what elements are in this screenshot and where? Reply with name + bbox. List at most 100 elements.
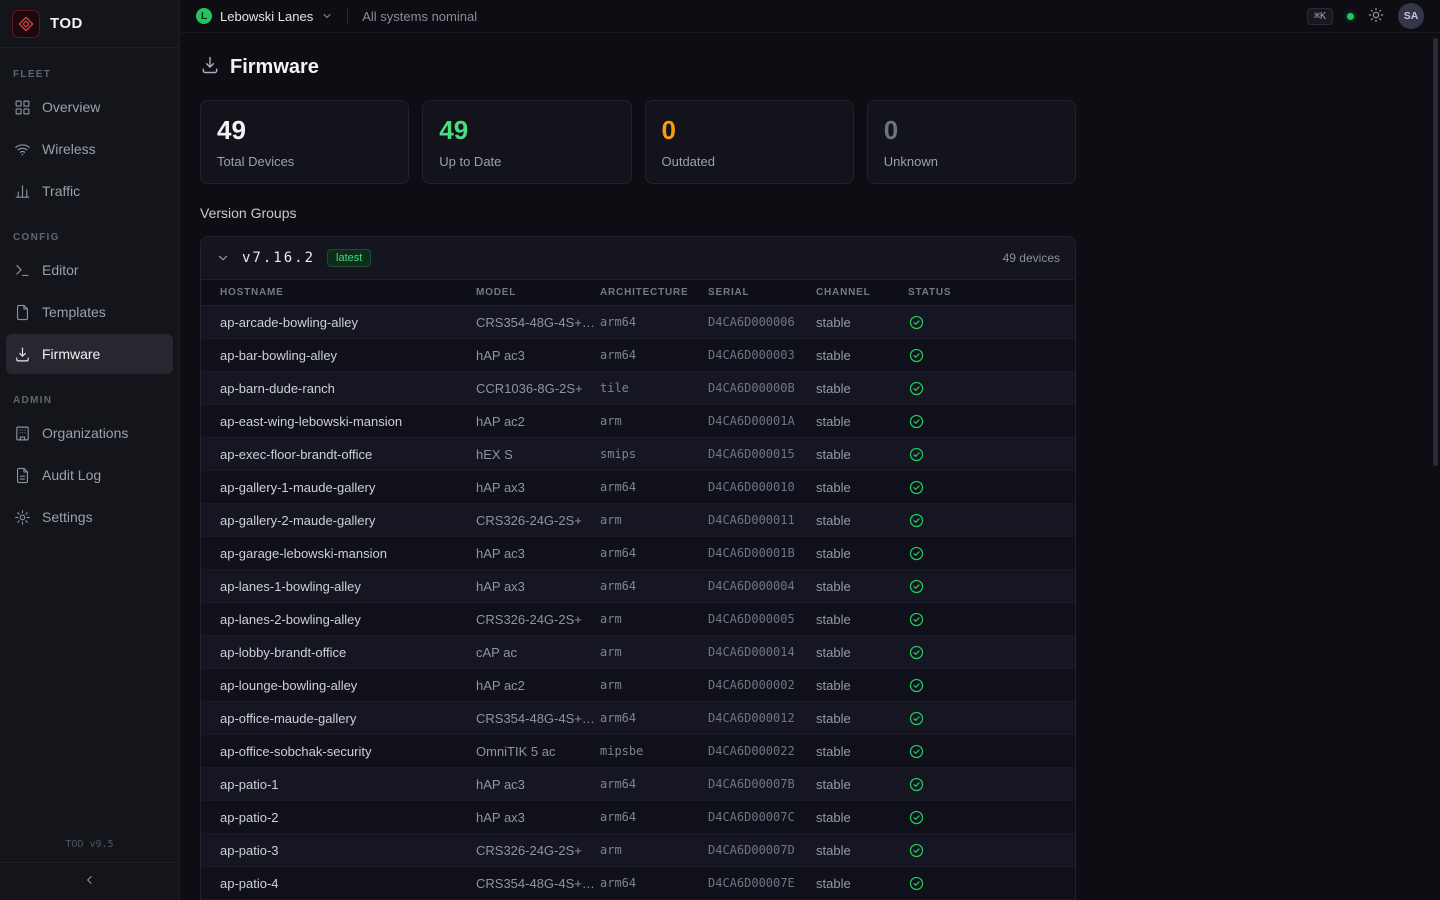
table-row[interactable]: ap-exec-floor-brandt-office hEX S smips … [201,438,1075,471]
sidebar-nav: FLEET Overview Wireless Traffic CONFI [0,48,179,833]
sidebar-item-label: Settings [42,509,93,525]
cell-model: CRS326-24G-2S+ [476,612,600,627]
status-ok-icon [908,743,1075,760]
table-row[interactable]: ap-arcade-bowling-alley CRS354-48G-4S+… … [201,306,1075,339]
sidebar-item-overview[interactable]: Overview [6,87,173,127]
cell-architecture: arm64 [600,876,708,890]
cell-channel: stable [816,678,908,693]
sidebar-collapse-button[interactable] [0,862,179,900]
cell-hostname: ap-gallery-1-maude-gallery [220,480,476,495]
table-row[interactable]: ap-bar-bowling-alley hAP ac3 arm64 D4CA6… [201,339,1075,372]
cell-model: CRS326-24G-2S+ [476,843,600,858]
grid-icon [14,99,31,116]
cell-hostname: ap-patio-2 [220,810,476,825]
sidebar-item-settings[interactable]: Settings [6,497,173,537]
chevron-down-icon[interactable] [216,251,230,265]
cell-model: hEX S [476,447,600,462]
cell-model: CCR1036-8G-2S+ [476,381,600,396]
table-row[interactable]: ap-barn-dude-ranch CCR1036-8G-2S+ tile D… [201,372,1075,405]
status-ok-icon [908,479,1075,496]
document-lines-icon [14,467,31,484]
table-row[interactable]: ap-lobby-brandt-office cAP ac arm D4CA6D… [201,636,1075,669]
sidebar-item-editor[interactable]: Editor [6,250,173,290]
table-row[interactable]: ap-patio-4 CRS354-48G-4S+… arm64 D4CA6D0… [201,867,1075,900]
cell-model: hAP ac2 [476,678,600,693]
cell-architecture: arm64 [600,480,708,494]
sidebar-item-label: Organizations [42,425,128,441]
sidebar-item-wireless[interactable]: Wireless [6,129,173,169]
connection-status-dot [1347,13,1354,20]
cell-channel: stable [816,843,908,858]
cell-channel: stable [816,546,908,561]
cell-model: OmniTIK 5 ac [476,744,600,759]
cell-channel: stable [816,810,908,825]
page-header: Firmware [200,55,1076,80]
table-header-row: HOSTNAME MODEL ARCHITECTURE SERIAL CHANN… [201,279,1075,306]
stat-label: Unknown [884,154,1059,169]
status-ok-icon [908,842,1075,859]
sidebar-footer: TOD v9.5 [0,833,179,900]
user-avatar[interactable]: SA [1398,3,1424,29]
table-row[interactable]: ap-garage-lebowski-mansion hAP ac3 arm64… [201,537,1075,570]
cell-channel: stable [816,480,908,495]
cell-model: CRS326-24G-2S+ [476,513,600,528]
status-ok-icon [908,611,1075,628]
cell-serial: D4CA6D00007B [708,777,816,791]
table-row[interactable]: ap-gallery-2-maude-gallery CRS326-24G-2S… [201,504,1075,537]
main-area: L Lebowski Lanes All systems nominal ⌘K … [180,0,1440,900]
scrollbar-thumb[interactable] [1433,38,1438,466]
sidebar-item-label: Overview [42,99,100,115]
cell-hostname: ap-garage-lebowski-mansion [220,546,476,561]
theme-toggle-button[interactable] [1368,7,1384,26]
cell-architecture: arm64 [600,711,708,725]
cell-serial: D4CA6D00001B [708,546,816,560]
sidebar-item-audit-log[interactable]: Audit Log [6,455,173,495]
cell-model: hAP ax3 [476,579,600,594]
sidebar-item-label: Wireless [42,141,96,157]
sidebar-item-organizations[interactable]: Organizations [6,413,173,453]
cell-serial: D4CA6D00007E [708,876,816,890]
status-ok-icon [908,644,1075,661]
app-root: TOD FLEET Overview Wireless Traffi [0,0,1440,900]
org-name: Lebowski Lanes [220,9,313,24]
status-ok-icon [908,578,1075,595]
sidebar-section-fleet: FLEET [0,69,179,80]
sidebar-item-traffic[interactable]: Traffic [6,171,173,211]
firmware-version: v7.16.2 [242,250,315,266]
column-header-hostname: HOSTNAME [220,287,476,298]
sidebar-item-firmware[interactable]: Firmware [6,334,173,374]
cell-channel: stable [816,447,908,462]
download-icon [14,346,31,363]
cell-model: hAP ax3 [476,810,600,825]
table-row[interactable]: ap-office-sobchak-security OmniTIK 5 ac … [201,735,1075,768]
table-row[interactable]: ap-patio-3 CRS326-24G-2S+ arm D4CA6D0000… [201,834,1075,867]
wifi-icon [14,141,31,158]
table-row[interactable]: ap-east-wing-lebowski-mansion hAP ac2 ar… [201,405,1075,438]
cell-architecture: arm64 [600,546,708,560]
table-row[interactable]: ap-lanes-1-bowling-alley hAP ax3 arm64 D… [201,570,1075,603]
sidebar-item-label: Audit Log [42,467,101,483]
stat-label: Up to Date [439,154,614,169]
cell-model: CRS354-48G-4S+… [476,711,600,726]
org-switcher[interactable]: L Lebowski Lanes [196,8,333,24]
stat-card-outdated: 0 Outdated [645,100,854,184]
device-count: 49 devices [1003,251,1060,265]
sidebar-item-templates[interactable]: Templates [6,292,173,332]
topbar-right: ⌘K SA [1307,3,1424,29]
table-row[interactable]: ap-patio-2 hAP ax3 arm64 D4CA6D00007C st… [201,801,1075,834]
cell-model: hAP ac3 [476,348,600,363]
device-table-body: ap-arcade-bowling-alley CRS354-48G-4S+… … [201,306,1075,900]
brand: TOD [0,0,179,48]
table-row[interactable]: ap-gallery-1-maude-gallery hAP ax3 arm64… [201,471,1075,504]
command-palette-shortcut[interactable]: ⌘K [1307,8,1333,25]
cell-hostname: ap-patio-4 [220,876,476,891]
cell-architecture: arm [600,513,708,527]
version-group-header[interactable]: v7.16.2 latest 49 devices [201,237,1075,279]
table-row[interactable]: ap-lanes-2-bowling-alley CRS326-24G-2S+ … [201,603,1075,636]
status-ok-icon [908,314,1075,331]
table-row[interactable]: ap-office-maude-gallery CRS354-48G-4S+… … [201,702,1075,735]
table-row[interactable]: ap-lounge-bowling-alley hAP ac2 arm D4CA… [201,669,1075,702]
table-row[interactable]: ap-patio-1 hAP ac3 arm64 D4CA6D00007B st… [201,768,1075,801]
cell-serial: D4CA6D000006 [708,315,816,329]
cell-architecture: arm [600,612,708,626]
